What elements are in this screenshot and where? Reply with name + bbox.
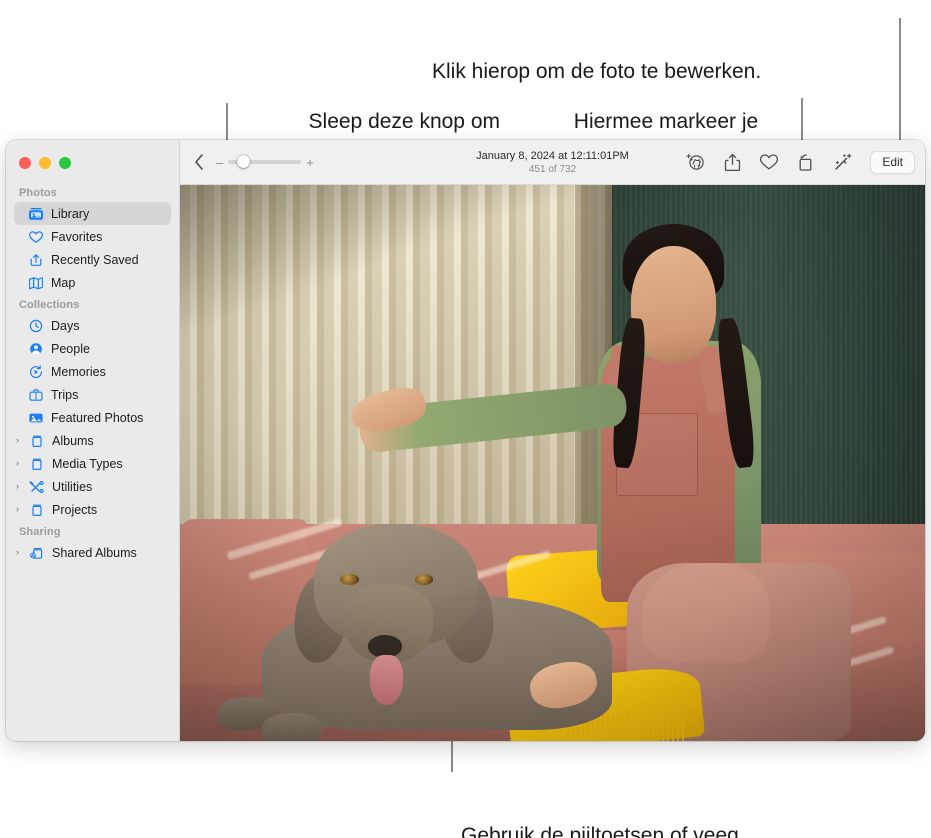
sidebar-item-label: Projects [52,502,98,517]
auto-enhance-icon[interactable] [833,152,853,172]
zoom-window-button[interactable] [59,157,71,169]
clock-icon [27,318,44,334]
share-icon[interactable] [722,152,742,172]
screenshot-root: Klik hierop om de foto te bewerken. Slee… [0,0,931,838]
album-icon [28,502,45,518]
zoom-out-label[interactable]: – [216,156,223,169]
sidebar-section-sharing: Sharing [19,526,61,538]
sidebar-item-projects[interactable]: › Projects [14,498,171,521]
sidebar-item-label: Days [51,318,80,333]
album-icon [28,456,45,472]
map-icon [27,275,44,291]
library-icon [27,206,44,222]
sidebar-item-label: Albums [52,433,94,448]
sidebar-section-collections: Collections [19,299,80,311]
sidebar-item-label: Utilities [52,479,93,494]
edit-button[interactable]: Edit [870,150,915,174]
sidebar-item-label: Featured Photos [51,410,144,425]
featured-photos-icon [27,410,44,426]
heart-icon [27,229,44,245]
chevron-right-icon[interactable]: › [16,548,28,557]
favorite-heart-icon[interactable] [759,152,779,172]
sidebar-item-favorites[interactable]: Favorites [14,225,171,248]
photo-vignette [180,185,925,741]
sidebar-item-label: Memories [51,364,106,379]
content-pane: – + January 8, 2024 at 12:11:01PM 451 of… [180,140,925,741]
sidebar-item-label: Library [51,206,90,221]
person-icon [27,341,44,357]
recently-saved-icon [27,252,44,268]
sidebar: Photos Library Favorites Recently Saved [6,140,180,741]
minimize-button[interactable] [39,157,51,169]
sidebar-item-label: Trips [51,387,79,402]
zoom-in-label[interactable]: + [306,156,314,169]
sidebar-item-map[interactable]: Map [14,271,171,294]
toolbar: – + January 8, 2024 at 12:11:01PM 451 of… [180,140,925,185]
sidebar-item-people[interactable]: People [14,337,171,360]
sidebar-item-trips[interactable]: Trips [14,383,171,406]
trips-icon [27,387,44,403]
sidebar-item-shared-albums[interactable]: › Shared Albums [14,541,171,564]
photo-image [180,185,925,741]
sidebar-item-label: Recently Saved [51,252,139,267]
toolbar-actions: Edit [685,150,915,174]
callout-favorite-line1: Hiermee markeer je [573,110,759,133]
memories-icon [27,364,44,380]
photo-viewer[interactable] [180,185,925,741]
visual-look-up-icon[interactable] [685,152,705,172]
sidebar-item-label: Shared Albums [52,545,137,560]
zoom-slider-knob[interactable] [237,155,251,168]
photos-app-window: Photos Library Favorites Recently Saved [6,140,925,741]
chevron-right-icon[interactable]: › [16,436,28,445]
close-button[interactable] [19,157,31,169]
sidebar-item-memories[interactable]: Memories [14,360,171,383]
chevron-right-icon[interactable]: › [16,482,28,491]
sidebar-item-utilities[interactable]: › Utilities [14,475,171,498]
sidebar-item-label: Media Types [52,456,123,471]
sidebar-item-media-types[interactable]: › Media Types [14,452,171,475]
callout-navigate-line1: Gebruik de pijltoetsen of veeg [461,824,739,838]
sidebar-item-recently-saved[interactable]: Recently Saved [14,248,171,271]
utilities-icon [28,479,45,495]
back-button[interactable] [186,149,212,175]
callout-navigate: Gebruik de pijltoetsen of veeg om andere… [461,766,739,838]
sidebar-item-albums[interactable]: › Albums [14,429,171,452]
zoom-slider[interactable] [228,155,302,168]
shared-album-icon [28,545,45,561]
chevron-right-icon[interactable]: › [16,459,28,468]
sidebar-item-label: People [51,341,90,356]
sidebar-section-photos: Photos [19,187,57,199]
sidebar-item-library[interactable]: Library [14,202,171,225]
callout-zoom-line1: Sleep deze knop om [308,110,500,133]
window-controls [6,148,179,182]
rotate-icon[interactable] [796,152,816,172]
chevron-right-icon[interactable]: › [16,505,28,514]
zoom-slider-group[interactable]: – + [216,155,314,169]
sidebar-item-featured-photos[interactable]: Featured Photos [14,406,171,429]
sidebar-item-label: Favorites [51,229,103,244]
sidebar-item-label: Map [51,275,76,290]
album-icon [28,433,45,449]
sidebar-item-days[interactable]: Days [14,314,171,337]
